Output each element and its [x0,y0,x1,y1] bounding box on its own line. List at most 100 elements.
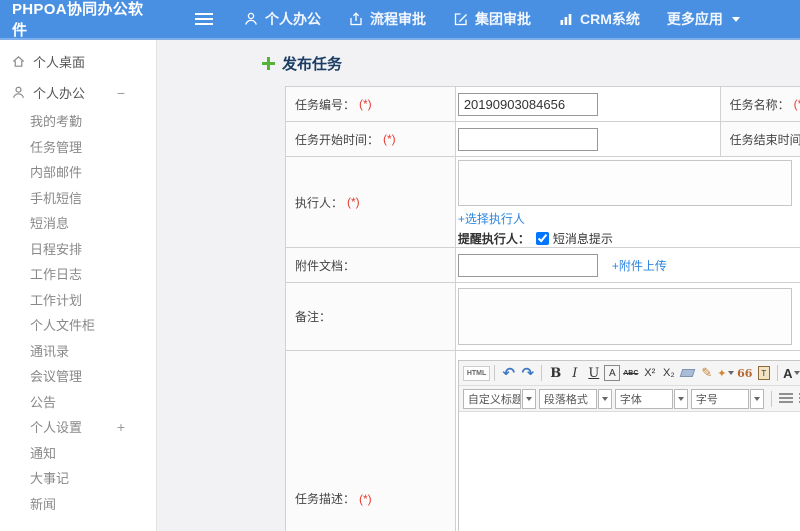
nav-item-label: 更多应用 [666,11,723,27]
italic-button[interactable]: I [565,364,584,383]
custom-heading-dropdown[interactable]: 自定义标题 [462,388,521,409]
sidebar-item-label: 个人办公 [33,86,86,101]
executor-textarea[interactable] [457,160,792,206]
paste-clipboard-icon[interactable]: T [754,364,773,383]
sidebar-item-label: 公告 [30,394,57,410]
undo-icon[interactable]: ↶ [499,364,518,383]
editor-toolbar-row1: HTML ↶ ↷ B I U A ABC X² X₂ ✎ ✦ 66 T A [458,361,800,386]
sidebar-item-label: 任务管理 [30,139,83,155]
remark-label-cell: 备注： [286,283,456,351]
eraser-icon[interactable] [678,364,697,383]
remark-cell [455,283,800,351]
flow-approval-icon [350,12,362,26]
collapse-toggle[interactable]: − [117,86,125,100]
sidebar-item-label: 手机短信 [30,190,83,206]
sms-remind-checkbox[interactable] [535,232,549,245]
sidebar-item-personal-files[interactable]: 个人文件柜 [0,312,156,338]
required-marker: (*) [793,97,800,111]
sidebar-item-announcement[interactable]: 公告 [0,389,156,415]
expand-toggle[interactable]: + [117,420,125,434]
nav-more-apps[interactable]: 更多应用 [667,9,740,29]
remind-executor-row: 提醒执行人： 短消息提示 [458,230,613,247]
font-size-dropdown[interactable]: 字号 [690,388,749,409]
subscript-button[interactable]: X₂ [659,364,678,383]
superscript-button[interactable]: X² [640,364,659,383]
field-label: 任务描述： [295,492,356,506]
end-time-label-cell: 任务结束时间： (*) [720,122,800,157]
task-number-label-cell: 任务编号： (*) [286,87,456,122]
app-logo: PHPOA协同办公软件 [12,1,144,39]
attachment-input[interactable] [457,253,598,277]
field-label: 任务开始时间： [295,132,380,147]
sidebar-item-label: 投票 [30,527,56,531]
plus-icon [262,57,275,70]
blockquote-button[interactable]: 66 [735,364,754,383]
executor-label-cell: 执行人： (*) [286,157,456,248]
sidebar-item-task-management[interactable]: 任务管理 [0,134,156,160]
redo-icon[interactable]: ↷ [518,364,537,383]
sidebar-item-label: 短消息 [30,216,70,232]
nav-group-approval[interactable]: 集团审批 [453,9,531,29]
menu-toggle-icon[interactable] [195,13,213,15]
font-color-button[interactable]: A [782,364,800,383]
sidebar-item-label: 大事记 [30,471,70,487]
bold-button[interactable]: B [546,364,565,383]
sidebar-item-major-events[interactable]: 大事记 [0,465,156,491]
align-left-icon[interactable] [778,393,793,404]
field-label: 执行人： [295,195,344,210]
magic-wand-icon[interactable]: ✦ [716,364,735,383]
dropdown-caret-icon[interactable] [597,388,612,409]
underline-button[interactable]: U [584,364,603,383]
sidebar-item-internal-mail[interactable]: 内部邮件 [0,159,156,185]
html-source-button[interactable]: HTML [462,365,491,381]
dropdown-caret-icon[interactable] [673,388,688,409]
sidebar-item-personal-settings[interactable]: 个人设置 + [0,414,156,440]
toolbar-separator [777,365,779,381]
sidebar-item-label: 会议管理 [30,369,83,385]
sidebar-item-schedule[interactable]: 日程安排 [0,236,156,262]
sidebar-item-personal-desktop[interactable]: 个人桌面 [0,46,156,77]
caret-down-icon [731,16,740,22]
field-label: 备注： [295,310,332,324]
sidebar-item-personal-office[interactable]: 个人办公 − [0,77,156,108]
sidebar-item-meeting-management[interactable]: 会议管理 [0,363,156,389]
nav-crm-system[interactable]: CRM系统 [558,9,640,29]
format-brush-icon[interactable]: ✎ [697,364,716,383]
editor-content-area[interactable] [458,412,800,531]
select-executor-link[interactable]: +选择执行人 [458,210,525,227]
user-icon [245,12,257,25]
remark-textarea[interactable] [457,288,792,345]
sidebar-item-work-log[interactable]: 工作日志 [0,261,156,287]
sidebar-item-label: 通知 [30,445,57,461]
required-marker: (*) [359,97,372,111]
sidebar-item-label: 个人设置 [30,420,83,436]
sidebar-item-label: 内部邮件 [30,165,83,181]
nav-personal-office[interactable]: 个人办公 [243,9,321,29]
start-time-input[interactable] [457,127,598,151]
text-style-button[interactable]: A [604,365,621,381]
page-header: 发布任务 [262,53,342,74]
attachment-upload-link[interactable]: +附件上传 [612,257,667,274]
sidebar-item-work-plan[interactable]: 工作计划 [0,287,156,313]
font-family-dropdown[interactable]: 字体 [614,388,673,409]
sidebar-item-vote[interactable]: 投票 [0,524,156,531]
sidebar-item-mobile-sms[interactable]: 手机短信 [0,185,156,211]
dropdown-caret-icon[interactable] [521,388,536,409]
paragraph-format-dropdown[interactable]: 段落格式 [538,388,597,409]
sidebar-item-notice[interactable]: 通知 [0,440,156,466]
dropdown-caret-icon[interactable] [749,388,764,409]
description-label-cell: 任务描述： (*) [286,351,456,531]
sidebar-item-contacts[interactable]: 通讯录 [0,338,156,364]
sidebar-item-news[interactable]: 新闻 [0,491,156,517]
task-number-input[interactable] [457,92,598,116]
required-marker: (*) [347,195,360,209]
bar-chart-icon [560,14,572,25]
nav-item-label: 个人办公 [265,11,321,27]
strikethrough-button[interactable]: ABC [621,364,640,383]
sidebar-item-my-attendance[interactable]: 我的考勤 [0,108,156,134]
nav-workflow-approval[interactable]: 流程审批 [348,9,426,29]
executor-cell: +选择执行人 提醒执行人： 短消息提示 [455,157,800,248]
home-icon [12,55,25,67]
sidebar-item-short-message[interactable]: 短消息 [0,210,156,236]
nav-item-label: CRM系统 [580,11,640,27]
